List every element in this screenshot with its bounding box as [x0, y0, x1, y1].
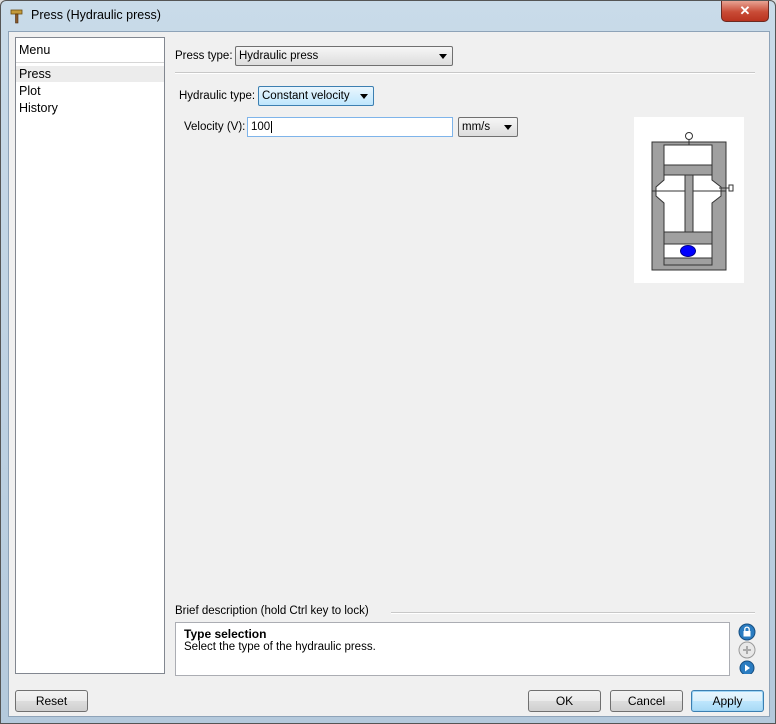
description-panel: Type selection Select the type of the hy… [175, 622, 730, 676]
description-title: Type selection [184, 627, 267, 641]
velocity-value: 100 [251, 121, 271, 133]
chevron-down-icon [439, 54, 447, 59]
press-type-select[interactable]: Hydraulic press [235, 46, 453, 66]
sidebar-item-history[interactable]: History [16, 100, 164, 116]
velocity-input[interactable]: 100 [247, 117, 453, 137]
press-type-value: Hydraulic press [239, 50, 319, 62]
sidebar-menu: Menu Press Plot History [15, 37, 165, 674]
hydraulic-type-select[interactable]: Constant velocity [258, 86, 374, 106]
menu-header: Menu [19, 43, 51, 57]
close-button[interactable]: ✕ [721, 1, 769, 22]
chevron-down-icon [360, 94, 368, 99]
add-icon [738, 641, 756, 662]
cancel-button[interactable]: Cancel [610, 690, 683, 712]
hammer-icon [9, 8, 25, 24]
reset-button[interactable]: Reset [15, 690, 88, 712]
chevron-down-icon [504, 125, 512, 130]
next-icon [738, 660, 756, 677]
velocity-label: Velocity (V): [184, 121, 246, 133]
divider [175, 72, 755, 74]
title-bar[interactable]: Press (Hydraulic press) ✕ [1, 1, 775, 31]
close-icon: ✕ [739, 3, 751, 18]
press-diagram [634, 117, 744, 283]
text-caret [271, 120, 273, 133]
hydraulic-type-label: Hydraulic type: [179, 90, 256, 102]
menu-divider [16, 62, 164, 63]
next-description-button[interactable] [737, 660, 757, 677]
velocity-unit-select[interactable]: mm/s [458, 117, 518, 137]
lock-description-button[interactable] [737, 623, 757, 642]
ok-button[interactable]: OK [528, 690, 601, 712]
main-window: Press (Hydraulic press) ✕ Menu Press Plo… [0, 0, 776, 724]
velocity-unit-value: mm/s [462, 121, 491, 133]
divider [391, 612, 755, 614]
sidebar-item-press[interactable]: Press [16, 66, 164, 82]
description-group-label: Brief description (hold Ctrl key to lock… [175, 605, 369, 617]
apply-button[interactable]: Apply [691, 690, 764, 712]
press-type-label: Press type: [175, 50, 233, 62]
sidebar-item-plot[interactable]: Plot [16, 83, 164, 99]
description-text: Select the type of the hydraulic press. [184, 641, 376, 653]
window-title: Press (Hydraulic press) [31, 8, 161, 22]
dialog-body: Menu Press Plot History Press type: Hydr… [8, 31, 770, 717]
add-description-button[interactable] [737, 641, 757, 662]
hydraulic-type-value: Constant velocity [262, 90, 350, 102]
